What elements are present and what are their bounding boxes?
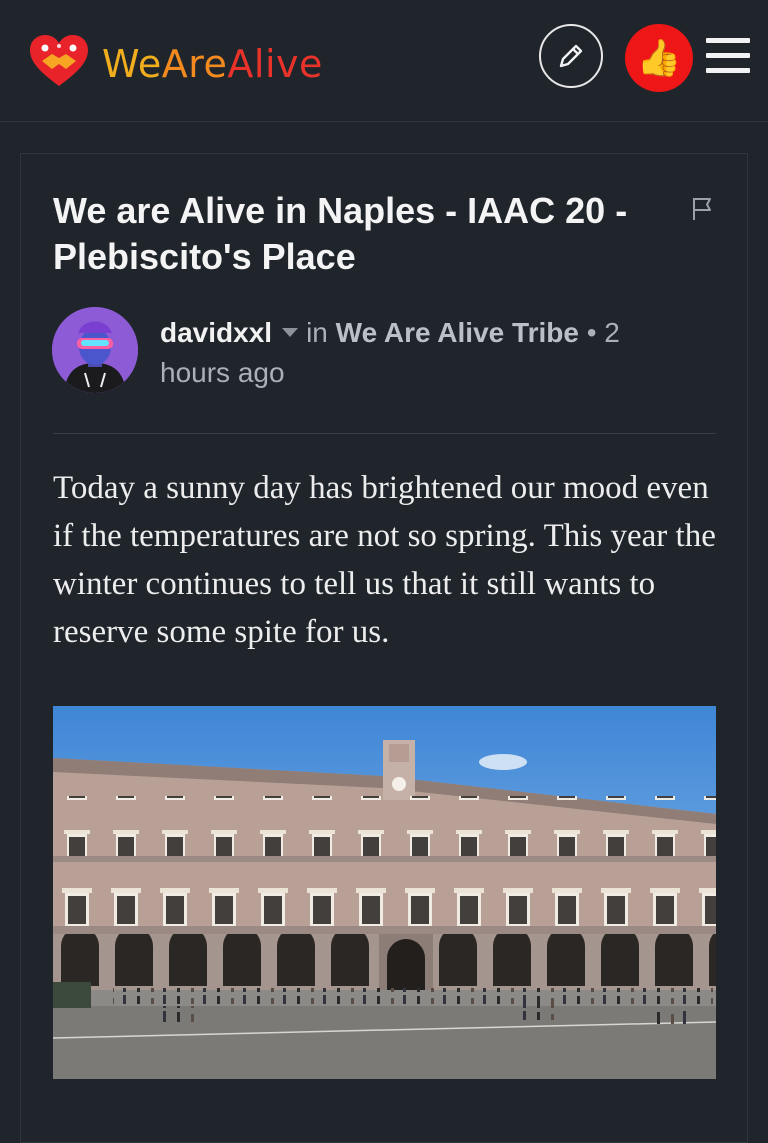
author-name[interactable]: davidxxl [160, 317, 272, 348]
flag-icon[interactable] [690, 196, 714, 222]
brand-are: Are [161, 42, 228, 86]
chevron-down-icon[interactable] [282, 328, 299, 338]
pencil-icon [559, 44, 583, 68]
post-body: Today a sunny day has brightened our moo… [53, 470, 716, 650]
brand-alive: Alive [227, 42, 323, 86]
heart-handshake-icon[interactable] [28, 34, 90, 88]
thumbs-up-icon: 👍 [636, 37, 682, 78]
upvote-button[interactable]: 👍 [625, 24, 693, 92]
edit-button[interactable] [539, 24, 603, 88]
post-title[interactable]: We are Alive in Naples - IAAC 20 - Plebi… [53, 188, 653, 280]
hamburger-menu-icon[interactable] [706, 38, 750, 74]
top-bar: WeAreAlive 👍 [0, 0, 768, 122]
post-image[interactable] [53, 706, 716, 1079]
post-meta: davidxxl in We Are Alive Tribe • 2 hours … [160, 313, 660, 393]
community-link[interactable]: We Are Alive Tribe [336, 317, 579, 348]
divider [53, 433, 716, 434]
brand-wordmark[interactable]: WeAreAlive [102, 42, 323, 86]
brand-we: We [102, 42, 162, 86]
in-label: in [306, 317, 328, 348]
meta-separator: • [586, 317, 597, 348]
author-avatar[interactable] [52, 307, 138, 393]
